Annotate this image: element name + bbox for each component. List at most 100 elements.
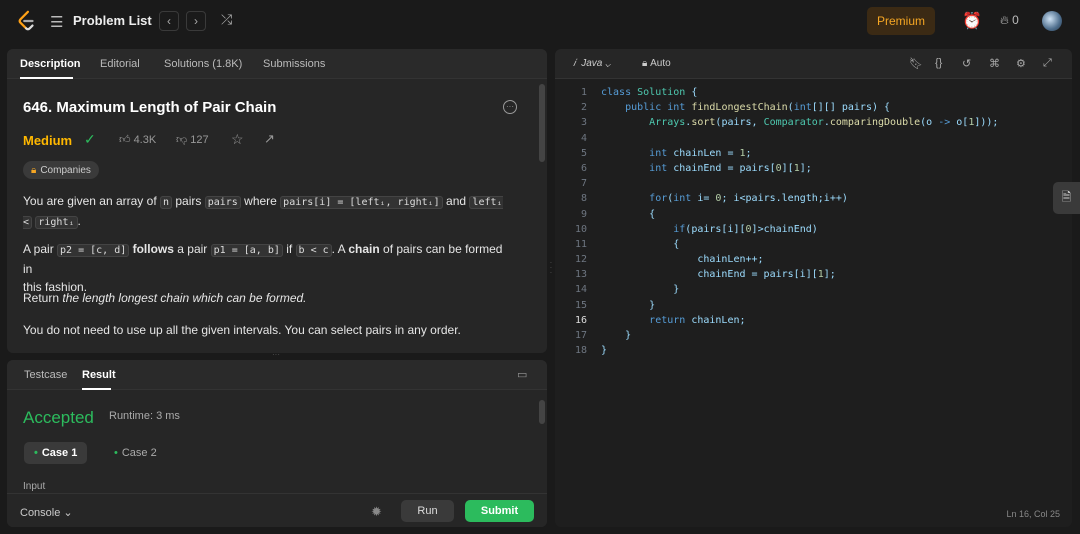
tab-result[interactable]: Result: [82, 369, 116, 381]
list-icon[interactable]: ☰: [50, 13, 63, 31]
cursor-position: Ln 16, Col 25: [1006, 509, 1060, 519]
thumbs-down-icon: 👎︎: [176, 134, 188, 146]
premium-button[interactable]: Premium: [867, 7, 935, 35]
line-number: 14: [574, 284, 587, 296]
text: A pair: [23, 242, 58, 256]
streak-counter[interactable]: 🔥︎ 0: [1000, 13, 1019, 28]
auto-mode-toggle[interactable]: 🔒︎ Auto: [642, 58, 671, 69]
thumbs-up-icon: 👍︎: [119, 134, 131, 146]
tab-solutions[interactable]: Solutions (1.8K): [164, 58, 242, 70]
run-button[interactable]: Run: [401, 500, 454, 522]
document-icon: 🗎: [1061, 189, 1072, 204]
vertical-resize-handle[interactable]: ···: [268, 351, 284, 359]
code-text: }: [601, 284, 680, 296]
case-2-label: Case 2: [121, 447, 157, 459]
code-line: 3 Arrays.sort(pairs, Comparator.comparin…: [555, 115, 1072, 130]
shuffle-icon[interactable]: ⤮: [221, 11, 232, 28]
code-line: 7: [555, 176, 1072, 191]
horizontal-resize-handle[interactable]: · · ·: [548, 259, 554, 277]
tab-testcase[interactable]: Testcase: [24, 369, 67, 381]
alarm-clock-icon[interactable]: ⏰: [962, 11, 982, 31]
code-line: 9 {: [555, 207, 1072, 222]
inline-code: p1 = [a, b]: [210, 244, 283, 257]
expand-icon[interactable]: ⤢: [1043, 57, 1052, 70]
reset-icon[interactable]: ↺: [962, 57, 971, 70]
code-editor-panel: 𝑖 Java ⌄ 🔒︎ Auto 🔖︎ {} ↺ ⌘ ⚙ ⤢ 1 class So…: [555, 49, 1072, 527]
dislike-button[interactable]: 👎︎ 127: [176, 133, 209, 146]
like-button[interactable]: 👍︎ 4.3K: [119, 133, 156, 146]
code-text: for(int i= 0; i<pairs.length;i++): [649, 193, 848, 205]
prev-problem-button[interactable]: ‹: [159, 11, 179, 31]
code-text: public int findLongestChain(int[][] pair…: [625, 102, 891, 114]
debug-icon[interactable]: ✹: [371, 504, 382, 520]
line-number: 2: [580, 102, 587, 114]
paragraph-intro: You are given an array of n pairs pairs …: [23, 192, 515, 232]
case-2-tab[interactable]: • Case 2: [104, 442, 167, 464]
line-number: 6: [580, 162, 587, 174]
inline-code: rightᵢ: [35, 216, 78, 229]
line-number: 10: [574, 223, 587, 235]
code-line: 12 chainLen++;: [555, 252, 1072, 267]
tab-editorial[interactable]: Editorial: [100, 58, 140, 70]
chevron-left-icon: ‹: [167, 14, 171, 28]
star-icon[interactable]: ☆: [231, 131, 244, 148]
streak-count: 0: [1012, 13, 1019, 27]
settings-gear-icon[interactable]: ⚙: [1016, 57, 1026, 70]
text: pairs: [172, 194, 205, 208]
bookmark-icon[interactable]: 🔖︎: [909, 57, 923, 70]
bold-text: chain: [348, 242, 380, 256]
code-editor[interactable]: 1 class Solution { 2 public int findLonge…: [555, 85, 1072, 358]
tab-description[interactable]: Description: [20, 58, 81, 70]
code-line: 14 }: [555, 282, 1072, 297]
line-number: 5: [580, 147, 587, 159]
lock-icon: 🔒︎: [642, 58, 648, 69]
line-number: 16: [574, 314, 587, 326]
companies-label: Companies: [40, 164, 91, 176]
submit-button[interactable]: Submit: [465, 500, 534, 522]
inline-code: p2 = [c, d]: [57, 244, 130, 257]
code-line: 16 return chainLen;: [555, 313, 1072, 328]
more-options-icon[interactable]: ···: [503, 100, 517, 114]
code-line: 1 class Solution {: [555, 85, 1072, 100]
paragraph-note: You do not need to use up all the given …: [23, 321, 515, 339]
paragraph-follows: A pair p2 = [c, d] follows a pair p1 = […: [23, 240, 515, 296]
description-tabs: Description Editorial Solutions (1.8K) S…: [7, 49, 547, 79]
active-tab-indicator: [82, 388, 111, 390]
code-line: 4: [555, 131, 1072, 146]
result-panel: Testcase Result ▭ Accepted Runtime: 3 ms…: [7, 360, 547, 527]
avatar[interactable]: [1042, 11, 1062, 31]
bold-text: follows: [132, 242, 174, 256]
text: . A: [331, 242, 349, 256]
code-text: }: [601, 345, 608, 357]
flame-icon: 🔥︎: [1000, 13, 1009, 27]
language-selector[interactable]: 𝑖 Java ⌄: [573, 58, 611, 69]
collapse-panel-icon[interactable]: ▭: [517, 368, 527, 381]
line-number: 13: [574, 269, 587, 281]
chevron-down-icon: ⌄: [63, 507, 73, 519]
description-panel: Description Editorial Solutions (1.8K) S…: [7, 49, 547, 353]
leetcode-logo-icon[interactable]: [16, 10, 38, 32]
next-problem-button[interactable]: ›: [186, 11, 206, 31]
line-number: 1: [580, 87, 587, 98]
problem-title: 646. Maximum Length of Pair Chain: [23, 99, 277, 116]
console-toggle[interactable]: Console ⌄: [20, 506, 73, 519]
line-number: 7: [580, 178, 587, 190]
code-text: chainEnd = pairs[i][1];: [601, 269, 836, 281]
code-text: }: [601, 299, 656, 311]
share-icon[interactable]: ↗: [264, 131, 275, 147]
runtime-label: Runtime: 3 ms: [109, 410, 180, 422]
problem-list-link[interactable]: Problem List: [73, 13, 152, 28]
result-scrollbar[interactable]: [539, 400, 545, 424]
code-text: int chainLen = 1;: [649, 147, 752, 159]
lock-icon: 🔒︎: [31, 164, 37, 176]
code-line: 18}: [555, 343, 1072, 358]
companies-tag[interactable]: 🔒︎ Companies: [23, 161, 99, 179]
inline-code: b < c: [295, 244, 332, 257]
braces-icon[interactable]: {}: [935, 57, 942, 69]
description-scrollbar[interactable]: [539, 84, 545, 162]
notes-side-tab[interactable]: 🗎: [1053, 182, 1080, 214]
tab-submissions[interactable]: Submissions: [263, 58, 325, 70]
chevron-down-icon: ⌄: [605, 58, 611, 69]
case-1-tab[interactable]: • Case 1: [24, 442, 88, 464]
shortcut-command-icon[interactable]: ⌘: [989, 57, 1000, 70]
